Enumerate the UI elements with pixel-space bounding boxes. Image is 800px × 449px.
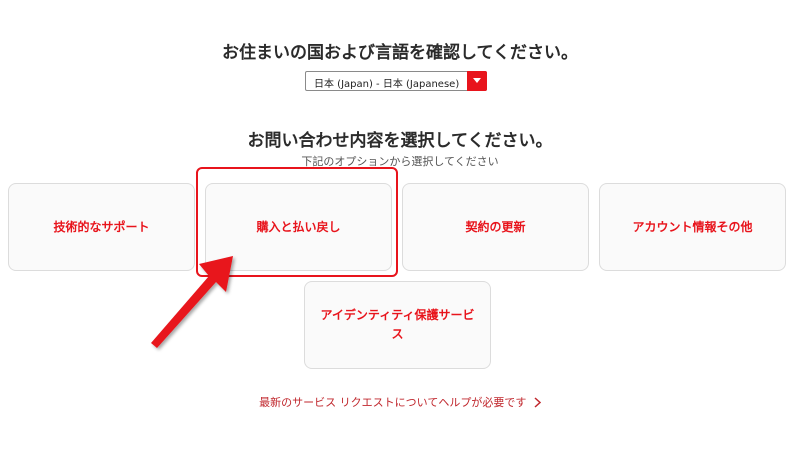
topic-heading: お問い合わせ内容を選択してください。	[247, 131, 553, 151]
option-label: 購入と払い戻し	[256, 219, 341, 234]
option-label: アカウント情報その他	[632, 219, 753, 234]
option-account-info[interactable]: アカウント情報その他	[599, 183, 786, 271]
country-language-value: 日本 (Japan) - 日本 (Japanese)	[314, 79, 460, 90]
option-label: アイデンティティ保護サービス	[320, 308, 475, 341]
help-link[interactable]: 最新のサービス リクエストについてヘルプが必要です	[0, 394, 800, 411]
caret-down-icon[interactable]	[467, 71, 487, 91]
option-purchase-refund[interactable]: 購入と払い戻し	[205, 183, 392, 271]
option-technical-support[interactable]: 技術的なサポート	[8, 183, 195, 271]
option-label: 契約の更新	[465, 219, 526, 234]
option-identity-protection[interactable]: アイデンティティ保護サービス	[304, 281, 491, 369]
country-language-heading: お住まいの国および言語を確認してください。	[222, 43, 578, 63]
country-language-select[interactable]: 日本 (Japan) - 日本 (Japanese)	[305, 71, 487, 91]
option-label: 技術的なサポート	[53, 219, 150, 234]
help-link-label: 最新のサービス リクエストについてヘルプが必要です	[259, 396, 527, 409]
option-renewal[interactable]: 契約の更新	[402, 183, 589, 271]
chevron-right-icon	[534, 397, 541, 411]
topic-subtext: 下記のオプションから選択してください	[301, 155, 499, 168]
